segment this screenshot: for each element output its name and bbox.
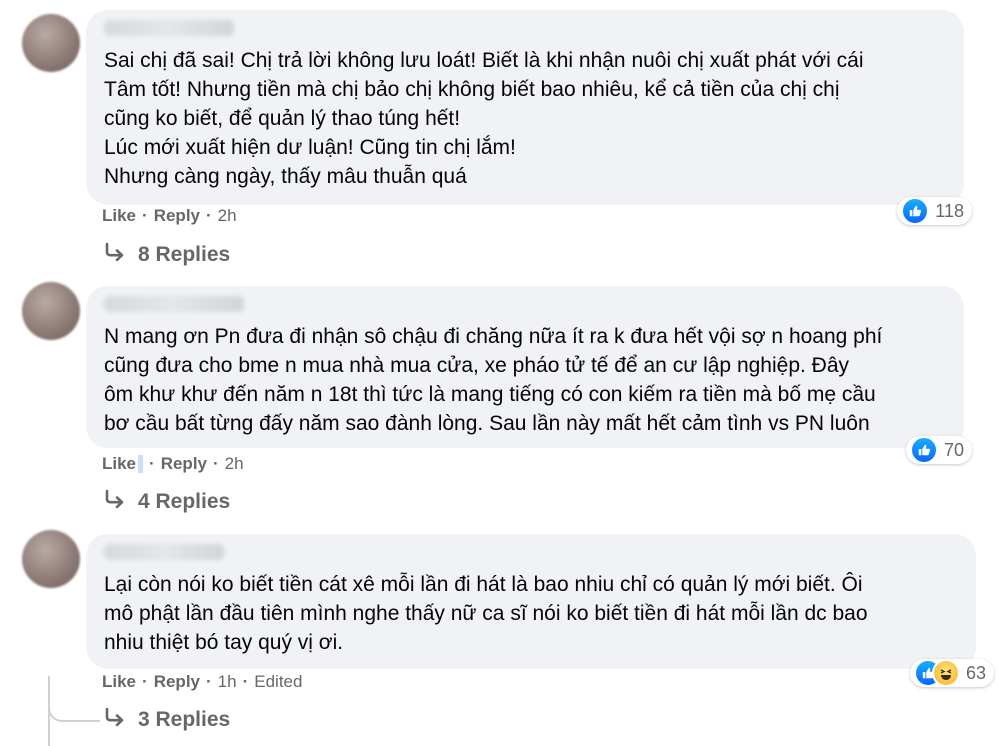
replies-count-label: 4 Replies (138, 490, 231, 513)
avatar[interactable] (22, 282, 80, 340)
edited-label[interactable]: Edited (254, 672, 302, 692)
author-name-redacted[interactable] (104, 544, 224, 560)
comment-line: Nhưng càng ngày, thấy mâu thuẫn quá (104, 165, 467, 188)
comment-line: Lúc mới xuất hiện dư luận! Cũng tin chị … (104, 136, 516, 159)
reply-button[interactable]: Reply (161, 454, 207, 474)
haha-emoji-icon (931, 659, 960, 687)
comment-line: Tâm tốt! Nhưng tiền mà chị bảo chị không… (104, 78, 840, 101)
comment-line: mô phật lần đầu tiên mình nghe thấy nữ c… (104, 602, 868, 625)
view-replies-button[interactable]: 3 Replies (104, 707, 230, 733)
reaction-count: 63 (965, 662, 986, 683)
comment-line: nhiu thiệt bó tay quý vị ơi. (104, 631, 344, 654)
reply-arrow-icon (104, 242, 126, 268)
thumbs-up-icon (909, 436, 938, 464)
separator-dot: · (206, 672, 212, 691)
comment-1: Sai chị đã sai! Chị trả lời không lưu lo… (86, 10, 976, 225)
separator-dot: · (242, 672, 249, 691)
avatar[interactable] (22, 530, 80, 588)
view-replies-button[interactable]: 4 Replies (104, 489, 230, 515)
comment-line: bơ cầu bất từng đấy năm sao đành lòng. S… (104, 412, 870, 435)
separator-dot: · (149, 454, 155, 473)
comment-line: Sai chị đã sai! Chị trả lời không lưu lo… (104, 49, 864, 72)
reply-button[interactable]: Reply (154, 206, 200, 226)
timestamp[interactable]: 2h (225, 454, 244, 474)
view-replies-button[interactable]: 8 Replies (104, 242, 230, 268)
comment-bubble: N mang ơn Pn đưa đi nhận sô chậu đi chăn… (86, 286, 972, 464)
comment-line: cũng đưa cho bme n mua nhà mua cửa, xe p… (104, 354, 850, 377)
like-button[interactable]: Like (102, 206, 136, 226)
comment-text: Lại còn nói ko biết tiền cát xê mỗi lần … (104, 570, 958, 657)
comment-actions: Like · Reply · 2h (102, 206, 237, 226)
comment-bubble: Lại còn nói ko biết tiền cát xê mỗi lần … (86, 534, 994, 687)
comment-actions: Like · Reply · 1h · Edited (102, 672, 302, 692)
reaction-count: 118 (935, 200, 964, 221)
author-name-redacted[interactable] (104, 20, 234, 36)
reaction-summary[interactable]: 63 (909, 659, 994, 687)
reaction-summary[interactable]: 70 (905, 436, 972, 464)
avatar[interactable] (22, 14, 80, 72)
reaction-count: 70 (943, 439, 964, 460)
author-name-redacted[interactable] (104, 296, 244, 312)
thumbs-up-icon (901, 197, 930, 225)
separator-dot: · (206, 206, 212, 225)
like-button[interactable]: Like (102, 454, 136, 474)
comment-text: Sai chị đã sai! Chị trả lời không lưu lo… (104, 46, 946, 191)
thread-elbow (48, 700, 100, 722)
comment-3: Lại còn nói ko biết tiền cát xê mỗi lần … (86, 534, 994, 687)
comment-line: Lại còn nói ko biết tiền cát xê mỗi lần … (104, 573, 863, 596)
reaction-icons (913, 659, 960, 687)
replies-count-label: 8 Replies (138, 243, 231, 266)
reply-button[interactable]: Reply (154, 672, 200, 692)
text-cursor (138, 455, 144, 473)
reaction-summary[interactable]: 118 (897, 197, 972, 225)
timestamp[interactable]: 2h (218, 206, 237, 226)
comment-2: N mang ơn Pn đưa đi nhận sô chậu đi chăn… (86, 286, 976, 464)
reply-arrow-icon (104, 489, 126, 515)
comment-actions: Like · Reply · 2h (102, 454, 244, 474)
comment-line: N mang ơn Pn đưa đi nhận sô chậu đi chăn… (104, 325, 883, 348)
timestamp[interactable]: 1h (218, 672, 237, 692)
comment-bubble: Sai chị đã sai! Chị trả lời không lưu lo… (86, 10, 972, 225)
like-button[interactable]: Like (102, 672, 136, 692)
comment-line: cũng ko biết, để quản lý thao túng hết! (104, 107, 461, 130)
reply-arrow-icon (104, 707, 126, 733)
separator-dot: · (213, 454, 219, 473)
comment-text: N mang ơn Pn đưa đi nhận sô chậu đi chăn… (104, 322, 946, 438)
replies-count-label: 3 Replies (138, 708, 231, 731)
separator-dot: · (142, 672, 148, 691)
comment-line: ôm khư khư đến năm n 18t thì tức là mang… (104, 383, 876, 406)
separator-dot: · (142, 206, 148, 225)
